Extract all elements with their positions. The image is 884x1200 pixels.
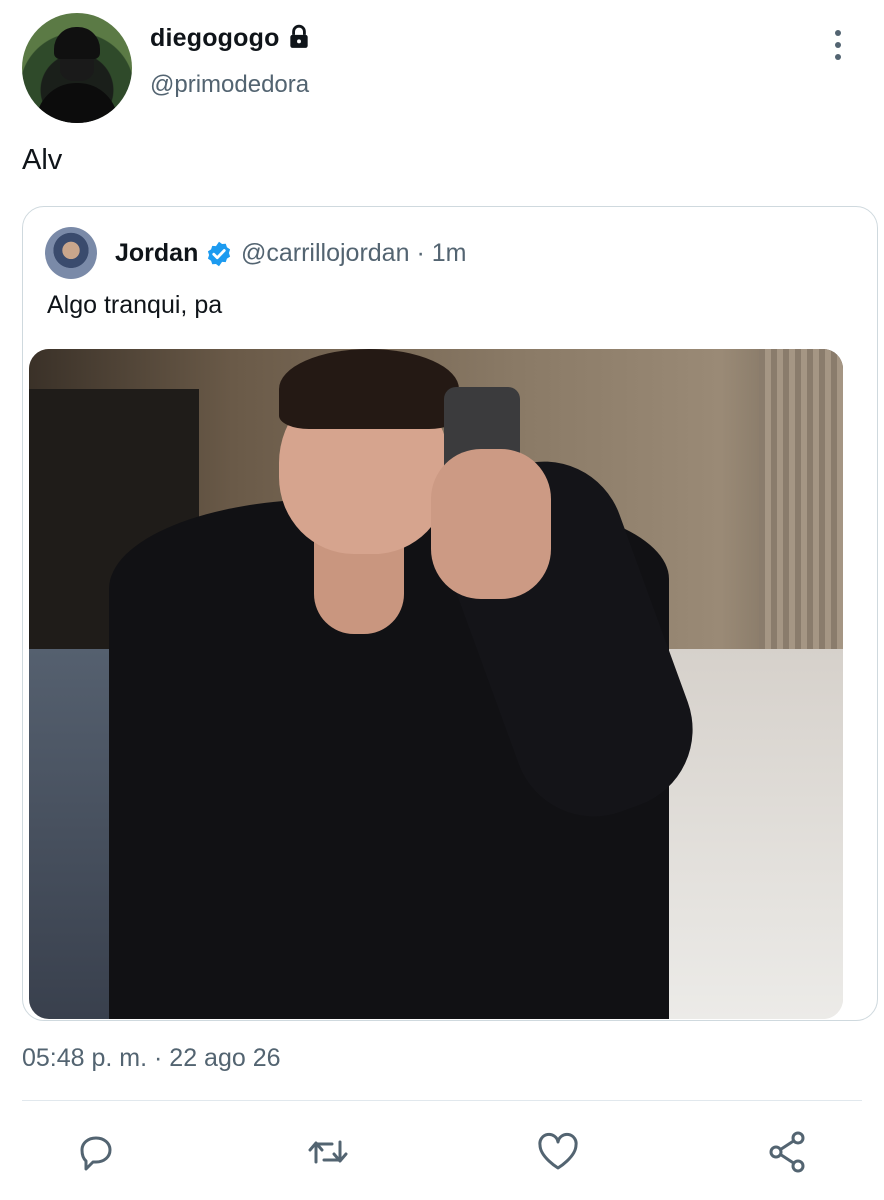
avatar-cap-shape: [54, 27, 100, 59]
quoted-author-name[interactable]: Jordan: [115, 239, 198, 268]
reply-icon: [80, 1136, 112, 1171]
author-name[interactable]: diegogogo: [150, 24, 280, 53]
lock-icon: [290, 24, 308, 48]
quoted-author-handle[interactable]: @carrillojordan · 1m: [241, 239, 466, 268]
share-icon: [769, 1131, 805, 1173]
divider: [22, 1100, 862, 1101]
author-handle[interactable]: @primodedora: [150, 71, 309, 99]
quoted-tweet-card[interactable]: Jordan @carrillojordan · 1m Algo tranqui…: [22, 206, 878, 1021]
share-button[interactable]: [764, 1128, 812, 1176]
quoted-tweet-photo[interactable]: [29, 349, 843, 1019]
more-vertical-icon[interactable]: [826, 30, 850, 68]
tweet-text: Alv: [22, 144, 63, 176]
retweet-icon: [308, 1140, 348, 1164]
quoted-tweet-text: Algo tranqui, pa: [47, 291, 223, 319]
tweet-timestamp[interactable]: 05:48 p. m. · 22 ago 26: [22, 1044, 281, 1073]
retweet-button[interactable]: [304, 1128, 352, 1176]
heart-icon: [538, 1132, 578, 1170]
like-button[interactable]: [534, 1128, 582, 1176]
avatar-body-shape: [36, 83, 118, 123]
author-avatar[interactable]: [22, 13, 132, 123]
verified-badge-icon: [207, 241, 231, 267]
reply-button[interactable]: [72, 1128, 120, 1176]
quoted-author-avatar[interactable]: [45, 227, 97, 279]
